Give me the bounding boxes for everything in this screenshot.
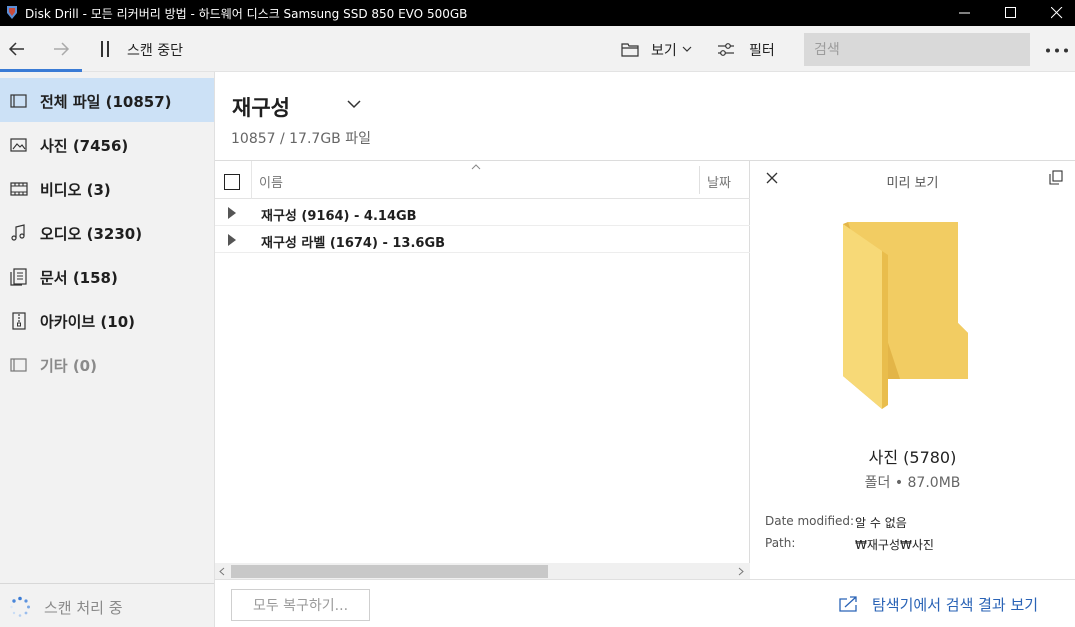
chevron-down-icon (682, 46, 692, 52)
close-icon (1051, 7, 1063, 19)
preview-panel: 미리 보기 사진 (5780) 폴더 • 87.0MB Date modifie… (750, 160, 1075, 579)
view-button[interactable]: 보기 (651, 40, 677, 60)
expand-triangle-icon[interactable] (227, 234, 237, 246)
sidebar-item-all-files[interactable]: 전체 파일 (10857) (0, 78, 214, 122)
sidebar-item-label: 기타 (0) (40, 357, 97, 375)
minimize-icon (959, 12, 970, 14)
sidebar-item-archives[interactable]: 아카이브 (10) (0, 298, 214, 342)
sidebar-item-video[interactable]: 비디오 (3) (0, 166, 214, 210)
scrollbar-thumb[interactable] (231, 565, 548, 578)
sidebar-item-documents[interactable]: 문서 (158) (0, 254, 214, 298)
preview-item-meta: 폴더 • 87.0MB (864, 475, 961, 491)
filter-icon (718, 43, 734, 56)
sidebar-item-label: 전체 파일 (10857) (40, 93, 172, 111)
forward-arrow-icon[interactable] (52, 41, 70, 57)
music-note-icon (11, 224, 25, 241)
sort-ascending-icon (471, 164, 481, 170)
window-title: Disk Drill - 모든 리커버리 방법 - 하드웨어 디스크 Samsu… (25, 7, 468, 21)
open-external-icon (839, 596, 857, 612)
preview-item-name: 사진 (5780) (868, 448, 957, 467)
preview-title: 미리 보기 (886, 176, 939, 191)
row-label: 재구성 라벨 (1674) - 13.6GB (261, 236, 446, 251)
column-header-date[interactable]: 날짜 (707, 172, 731, 191)
expand-triangle-icon[interactable] (227, 207, 237, 219)
file-table: 이름 날짜 재구성 (9164) - 4.14GB 재구성 라벨 (1674) … (215, 160, 750, 580)
scan-status: 스캔 처리 중 (0, 583, 214, 627)
filter-button[interactable]: 필터 (749, 40, 775, 60)
sidebar-item-label: 비디오 (3) (40, 181, 111, 199)
video-icon (10, 182, 28, 196)
table-row[interactable]: 재구성 라벨 (1674) - 13.6GB (215, 226, 750, 253)
spinner-icon (10, 596, 30, 617)
column-divider (699, 166, 700, 194)
horizontal-scrollbar[interactable] (215, 563, 750, 580)
close-button[interactable] (1034, 0, 1075, 26)
more-options-icon[interactable] (1045, 48, 1069, 53)
date-modified-value: 알 수 없음 (855, 516, 907, 530)
table-row[interactable]: 재구성 (9164) - 4.14GB (215, 199, 750, 226)
copy-icon[interactable] (1049, 170, 1063, 185)
scroll-right-icon[interactable] (738, 567, 744, 576)
folder-view-icon (621, 43, 639, 57)
pause-icon[interactable] (100, 41, 110, 57)
scan-status-label: 스캔 처리 중 (44, 599, 123, 617)
sidebar-item-label: 사진 (7456) (40, 137, 129, 155)
show-in-explorer-link[interactable]: 탐색기에서 검색 결과 보기 (872, 594, 1038, 615)
sidebar-item-label: 아카이브 (10) (40, 313, 136, 331)
path-value: ₩재구성₩사진 (855, 538, 934, 552)
page-title: 재구성 (232, 96, 290, 120)
other-icon (10, 358, 27, 372)
sidebar-item-photos[interactable]: 사진 (7456) (0, 122, 214, 166)
column-header-name[interactable]: 이름 (259, 172, 283, 191)
archive-icon (12, 312, 26, 330)
chevron-down-icon[interactable] (347, 99, 361, 109)
search-input[interactable] (804, 33, 1030, 66)
sidebar-item-other[interactable]: 기타 (0) (0, 342, 214, 386)
column-divider (251, 161, 252, 199)
back-arrow-icon[interactable] (8, 41, 26, 57)
folder-icon (843, 222, 968, 409)
recover-all-button[interactable]: 모두 복구하기... (231, 589, 370, 621)
date-modified-label: Date modified: (765, 514, 855, 528)
title-bar: Disk Drill - 모든 리커버리 방법 - 하드웨어 디스크 Samsu… (0, 0, 1075, 26)
bottom-bar: 모두 복구하기... 탐색기에서 검색 결과 보기 (215, 579, 1075, 627)
minimize-button[interactable] (942, 0, 988, 26)
document-icon (10, 268, 27, 286)
sidebar-item-audio[interactable]: 오디오 (3230) (0, 210, 214, 254)
sidebar-item-label: 오디오 (3230) (40, 225, 143, 243)
scroll-left-icon[interactable] (219, 567, 225, 576)
maximize-icon (1005, 7, 1016, 18)
row-label: 재구성 (9164) - 4.14GB (261, 209, 417, 224)
select-all-checkbox[interactable] (224, 174, 240, 190)
toolbar: 스캔 중단 보기 필터 (0, 26, 1075, 72)
photo-icon (10, 138, 27, 152)
scan-stop-button[interactable]: 스캔 중단 (127, 40, 183, 60)
disk-drill-logo-icon (7, 6, 17, 19)
path-label: Path: (765, 536, 796, 550)
sidebar: 전체 파일 (10857) 사진 (7456) 비디오 (3) 오디오 (323… (0, 72, 215, 627)
all-files-icon (10, 94, 27, 108)
maximize-button[interactable] (988, 0, 1034, 26)
page-subtitle: 10857 / 17.7GB 파일 (231, 131, 371, 147)
table-header: 이름 날짜 (215, 161, 750, 199)
sidebar-item-label: 문서 (158) (40, 269, 118, 287)
